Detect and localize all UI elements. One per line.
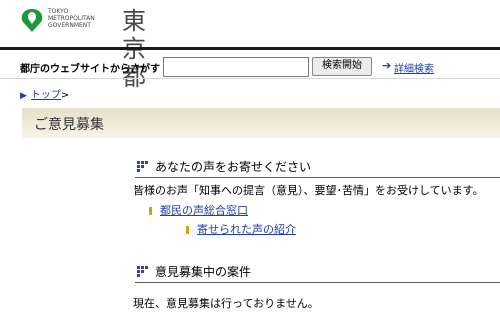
dot-grid-icon [137,161,149,173]
cases-status-text: 現在、意見募集は行っておりません。 [133,297,319,310]
bullet-icon [186,226,189,234]
ginkgo-logo-icon [21,9,43,32]
advanced-search-link[interactable]: 詳細検索 [394,60,434,75]
header-divider [0,47,500,50]
page-title: ご意見募集 [34,117,104,133]
logo-english-text: TOKYO METROPOLITAN GOVERNMENT [48,8,95,29]
bullet-icon [149,207,152,215]
list-item: 都民の声総合窓口 [149,202,248,218]
breadcrumb-separator: > [60,90,70,101]
citizens-voice-window-link[interactable]: 都民の声総合窓口 [160,204,248,217]
page-title-banner: ご意見募集 [22,108,500,138]
triangle-right-icon: ▶ [20,91,27,101]
received-voices-link[interactable]: 寄せられた声の紹介 [197,223,296,236]
site-search-bar: 都庁のウェブサイトからさがす 検索開始 ➔ 詳細検索 [20,57,500,77]
dot-grid-icon [137,266,149,278]
cases-section: 意見募集中の案件 [135,262,500,283]
cases-section-heading: 意見募集中の案件 [135,262,500,283]
voice-section-title: あなたの声をお寄せください [155,160,312,174]
search-label: 都庁のウェブサイトからさがす [20,64,160,75]
search-input[interactable] [163,57,309,77]
breadcrumb: ▶ トップ> [20,86,69,101]
voice-description: 皆様のお声「知事への提言（意見）、要望･苦情」をお受けしています。 [133,184,484,197]
arrow-right-icon: ➔ [382,59,392,72]
breadcrumb-home-link[interactable]: トップ [31,90,61,101]
voice-section: あなたの声をお寄せください [135,157,500,178]
list-item: 寄せられた声の紹介 [186,221,296,237]
voice-section-heading: あなたの声をお寄せください [135,157,500,178]
search-button[interactable]: 検索開始 [312,57,372,76]
cases-section-title: 意見募集中の案件 [155,265,252,279]
search-divider [0,78,500,79]
